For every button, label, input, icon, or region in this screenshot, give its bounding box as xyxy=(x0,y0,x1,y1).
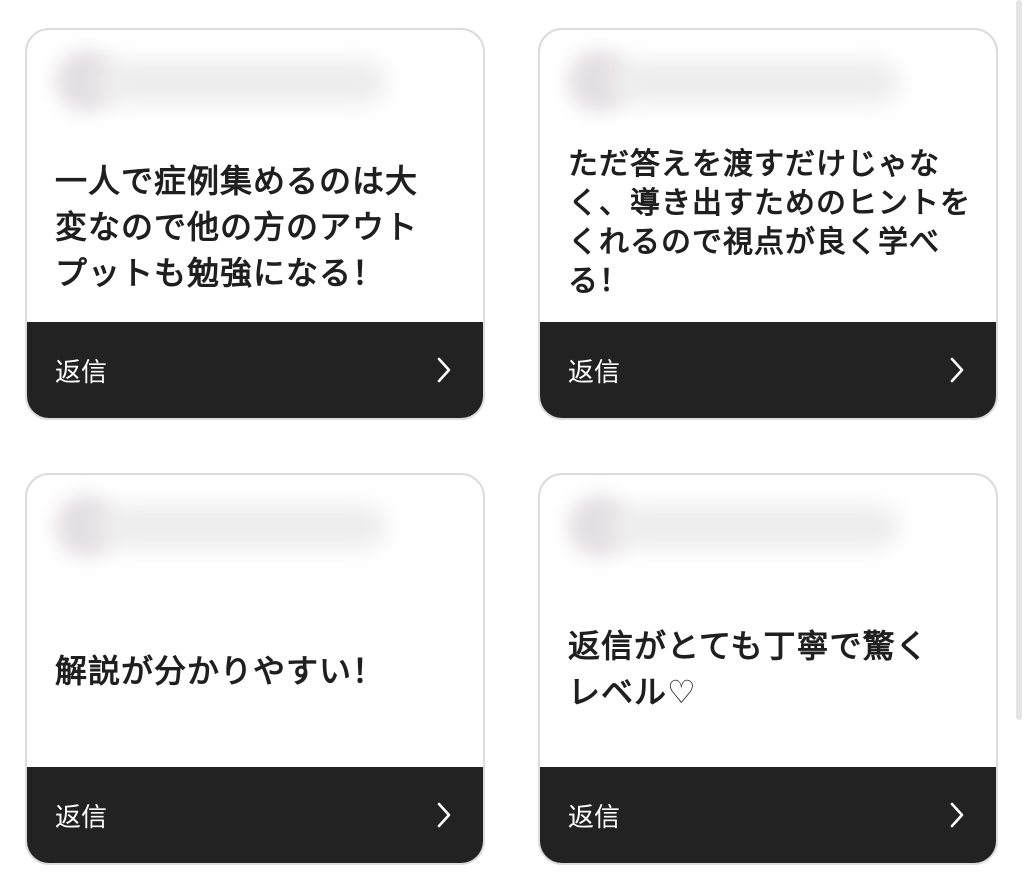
comment-card: 返信がとても丁寧で驚く レベル♡ 返信 xyxy=(538,473,998,865)
comment-text: ただ答えを渡すだけじゃな く、導き出すためのヒントを くれるので視点が良く学べ … xyxy=(568,147,971,299)
chevron-right-icon xyxy=(946,801,968,829)
redacted-username xyxy=(97,505,387,549)
reply-label: 返信 xyxy=(55,802,108,833)
comment-text: 一人で症例集めるのは大 変なので他の方のアウト プットも勉強になる！ xyxy=(55,162,419,292)
redacted-username xyxy=(610,505,900,549)
redacted-user-info xyxy=(550,38,910,128)
redacted-user-info xyxy=(550,483,910,573)
comment-card: 解説が分かりやすい！ 返信 xyxy=(25,473,485,865)
comment-feed: 一人で症例集めるのは大 変なので他の方のアウト プットも勉強になる！ 返信 ただ… xyxy=(0,0,1024,885)
redacted-user-info xyxy=(37,38,397,128)
reply-button[interactable]: 返信 xyxy=(27,767,483,863)
reply-button[interactable]: 返信 xyxy=(27,322,483,418)
redacted-user-info xyxy=(37,483,397,573)
reply-label: 返信 xyxy=(568,357,621,388)
reply-button[interactable]: 返信 xyxy=(540,322,996,418)
chevron-right-icon xyxy=(433,801,455,829)
redacted-username xyxy=(610,60,900,104)
chevron-right-icon xyxy=(946,356,968,384)
chevron-right-icon xyxy=(433,356,455,384)
scrollbar[interactable] xyxy=(1016,0,1022,720)
comment-text: 返信がとても丁寧で驚く レベル♡ xyxy=(568,627,929,711)
reply-button[interactable]: 返信 xyxy=(540,767,996,863)
reply-label: 返信 xyxy=(55,357,108,388)
comment-card: ただ答えを渡すだけじゃな く、導き出すためのヒントを くれるので視点が良く学べ … xyxy=(538,28,998,420)
comment-card: 一人で症例集めるのは大 変なので他の方のアウト プットも勉強になる！ 返信 xyxy=(25,28,485,420)
comment-text: 解説が分かりやすい！ xyxy=(55,652,386,690)
reply-label: 返信 xyxy=(568,802,621,833)
redacted-username xyxy=(97,60,387,104)
